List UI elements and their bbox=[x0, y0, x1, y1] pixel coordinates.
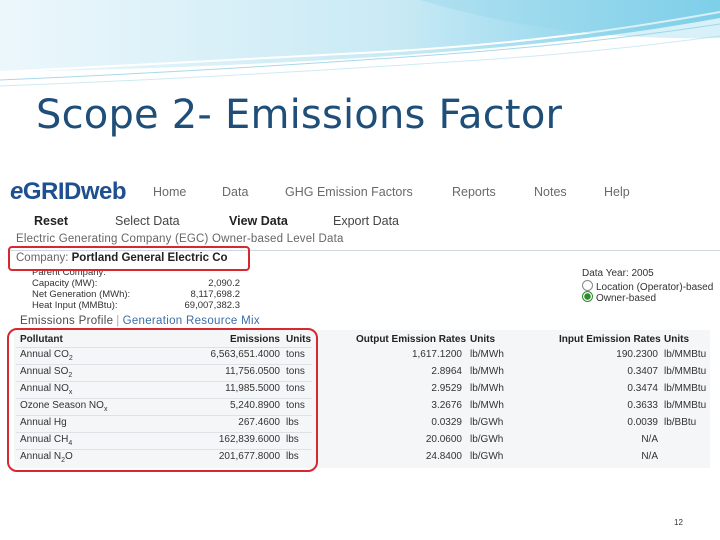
radio-button[interactable] bbox=[582, 280, 593, 291]
net-generation-value: 8,117,698.2 bbox=[190, 289, 240, 300]
nav-help-link[interactable]: Help bbox=[604, 185, 630, 199]
data-year: Data Year: 2005 bbox=[582, 268, 654, 279]
heat-input-label: Heat Input (MMBtu): bbox=[32, 300, 118, 311]
output-rate-unit: lb/GWh bbox=[470, 417, 504, 428]
output-rate-value: 1,617.1200 bbox=[411, 349, 462, 360]
header-output-units: Units bbox=[470, 334, 495, 345]
nav-reports-link[interactable]: Reports bbox=[452, 185, 496, 199]
input-rate-unit: lb/MMBtu bbox=[664, 366, 707, 377]
input-rate-value: 190.2300 bbox=[616, 349, 658, 360]
tab-separator: | bbox=[116, 315, 120, 327]
reset-link[interactable]: Reset bbox=[34, 214, 68, 228]
nav-home-link[interactable]: Home bbox=[153, 185, 186, 199]
view-data-link[interactable]: View Data bbox=[229, 214, 288, 228]
company-highlight-box bbox=[8, 246, 250, 271]
nav-data-link[interactable]: Data bbox=[222, 185, 248, 199]
emissions-highlight-box bbox=[7, 328, 318, 472]
input-rate-unit: lb/MMBtu bbox=[664, 383, 707, 394]
header-input-emission-rates: Input Emission Rates bbox=[559, 334, 661, 345]
net-generation-label: Net Generation (MWh): bbox=[32, 289, 131, 300]
header-input-units: Units bbox=[664, 334, 689, 345]
tab-emissions-profile[interactable]: Emissions Profile bbox=[20, 315, 113, 327]
egrid-screenshot: eGRIDweb Home Data GHG Emission Factors … bbox=[7, 176, 720, 472]
output-rate-value: 2.9529 bbox=[431, 383, 462, 394]
input-rate-unit: lb/BBtu bbox=[664, 417, 697, 428]
radio-button-selected[interactable] bbox=[582, 291, 593, 302]
input-rate-value: 0.0039 bbox=[627, 417, 658, 428]
input-rate-value: 0.3407 bbox=[627, 366, 658, 377]
radio-owner-based[interactable]: Owner-based bbox=[582, 291, 656, 304]
data-tabs: Emissions Profile | Generation Resource Mi… bbox=[20, 315, 260, 327]
section-title: Electric Generating Company (EGC) Owner-… bbox=[16, 233, 344, 245]
nav-notes-link[interactable]: Notes bbox=[534, 185, 567, 199]
output-rate-value: 3.2676 bbox=[431, 400, 462, 411]
input-rate-unit: lb/MMBtu bbox=[664, 400, 707, 411]
output-rate-value: 24.8400 bbox=[425, 451, 462, 462]
slide-number: 12 bbox=[674, 518, 683, 527]
output-rate-unit: lb/GWh bbox=[470, 434, 504, 445]
slide-title: Scope 2- Emissions Factor bbox=[36, 92, 563, 138]
input-rate-value: N/A bbox=[641, 451, 658, 462]
egridweb-logo[interactable]: eGRIDweb bbox=[10, 178, 127, 206]
input-rate-value: 0.3633 bbox=[627, 400, 658, 411]
output-rate-unit: lb/MWh bbox=[470, 349, 504, 360]
export-data-link[interactable]: Export Data bbox=[333, 214, 399, 228]
output-rate-unit: lb/MWh bbox=[470, 383, 504, 394]
output-rate-value: 0.0329 bbox=[431, 417, 462, 428]
tab-generation-resource-mix[interactable]: Generation Resource Mix bbox=[123, 315, 260, 327]
capacity-value: 2,090.2 bbox=[208, 278, 240, 289]
nav-ghg-emission-factors-link[interactable]: GHG Emission Factors bbox=[285, 185, 413, 199]
input-rate-value: 0.3474 bbox=[627, 383, 658, 394]
heat-input-value: 69,007,382.3 bbox=[184, 300, 240, 311]
output-rate-unit: lb/MWh bbox=[470, 400, 504, 411]
output-rate-value: 2.8964 bbox=[431, 366, 462, 377]
capacity-label: Capacity (MW): bbox=[32, 278, 98, 289]
input-rate-value: N/A bbox=[641, 434, 658, 445]
header-output-emission-rates: Output Emission Rates bbox=[356, 334, 467, 345]
output-rate-unit: lb/GWh bbox=[470, 451, 504, 462]
select-data-link[interactable]: Select Data bbox=[115, 214, 180, 228]
output-rate-unit: lb/MWh bbox=[470, 366, 504, 377]
input-rate-unit: lb/MMBtu bbox=[664, 349, 707, 360]
output-rate-value: 20.0600 bbox=[425, 434, 462, 445]
